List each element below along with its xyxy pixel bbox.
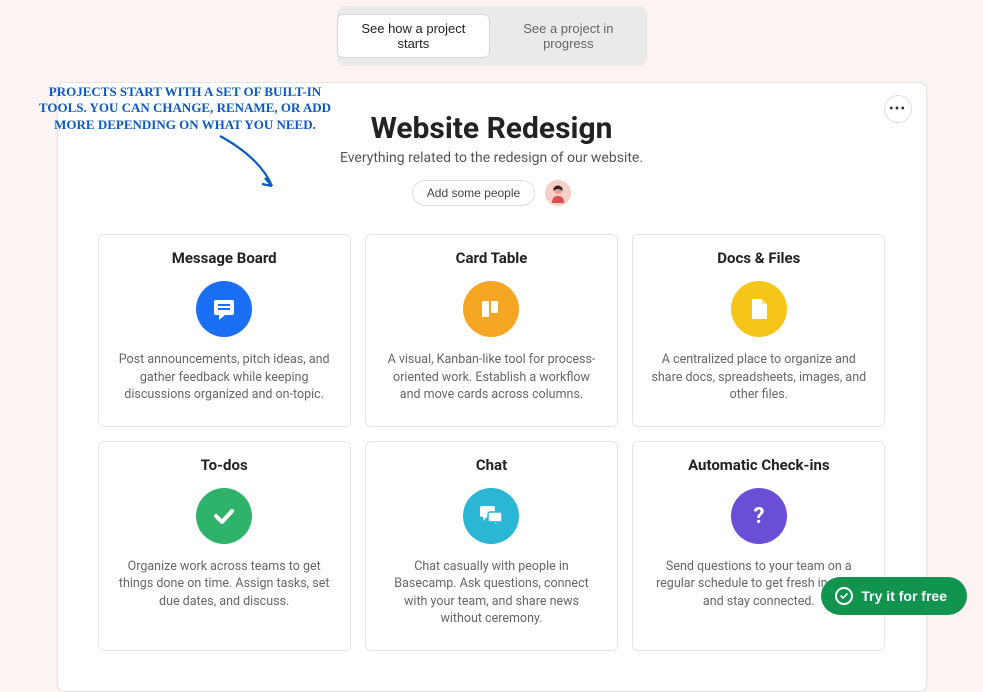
avatar-icon: [545, 180, 571, 206]
try-label: Try it for free: [861, 588, 947, 604]
tool-desc: Chat casually with people in Basecamp. A…: [382, 558, 601, 628]
project-subtitle: Everything related to the redesign of ou…: [78, 150, 906, 166]
add-people-button[interactable]: Add some people: [412, 180, 535, 206]
avatar[interactable]: [545, 180, 571, 206]
checkins-icon: ?: [731, 488, 787, 544]
tool-message-board[interactable]: Message Board Post announcements, pitch …: [98, 234, 351, 427]
try-check-icon: [835, 587, 853, 605]
svg-text:?: ?: [753, 504, 764, 529]
tab-in-progress[interactable]: See a project in progress: [490, 14, 646, 58]
tool-desc: A visual, Kanban-like tool for process-o…: [382, 351, 601, 404]
tool-desc: A centralized place to organize and shar…: [649, 351, 868, 404]
annotation-arrow: [210, 128, 290, 198]
tool-title: Automatic Check-ins: [649, 456, 868, 474]
message-board-icon: [196, 281, 252, 337]
tool-title: Message Board: [115, 249, 334, 267]
tool-title: Card Table: [382, 249, 601, 267]
tool-todos[interactable]: To-dos Organize work across teams to get…: [98, 441, 351, 651]
more-icon: •••: [889, 101, 906, 117]
tool-auto-checkins[interactable]: Automatic Check-ins ? Send questions to …: [632, 441, 885, 651]
tool-desc: Post announcements, pitch ideas, and gat…: [115, 351, 334, 404]
tools-grid: Message Board Post announcements, pitch …: [98, 234, 886, 651]
docs-files-icon: [731, 281, 787, 337]
tool-docs-files[interactable]: Docs & Files A centralized place to orga…: [632, 234, 885, 427]
annotation-text: Projects start with a set of built-in to…: [30, 84, 340, 133]
tool-title: Docs & Files: [649, 249, 868, 267]
card-table-icon: [463, 281, 519, 337]
tab-bar: See how a project starts See a project i…: [337, 6, 647, 66]
tool-title: To-dos: [115, 456, 334, 474]
people-row: Add some people: [78, 180, 906, 206]
chat-icon: [463, 488, 519, 544]
try-free-button[interactable]: Try it for free: [821, 577, 967, 615]
tool-desc: Organize work across teams to get things…: [115, 558, 334, 611]
tool-chat[interactable]: Chat Chat casually with people in Baseca…: [365, 441, 618, 651]
tool-card-table[interactable]: Card Table A visual, Kanban-like tool fo…: [365, 234, 618, 427]
project-card: ••• Website Redesign Everything related …: [57, 82, 927, 692]
tab-how-starts[interactable]: See how a project starts: [337, 14, 491, 58]
todos-icon: [196, 488, 252, 544]
more-menu-button[interactable]: •••: [884, 95, 912, 123]
tool-title: Chat: [382, 456, 601, 474]
